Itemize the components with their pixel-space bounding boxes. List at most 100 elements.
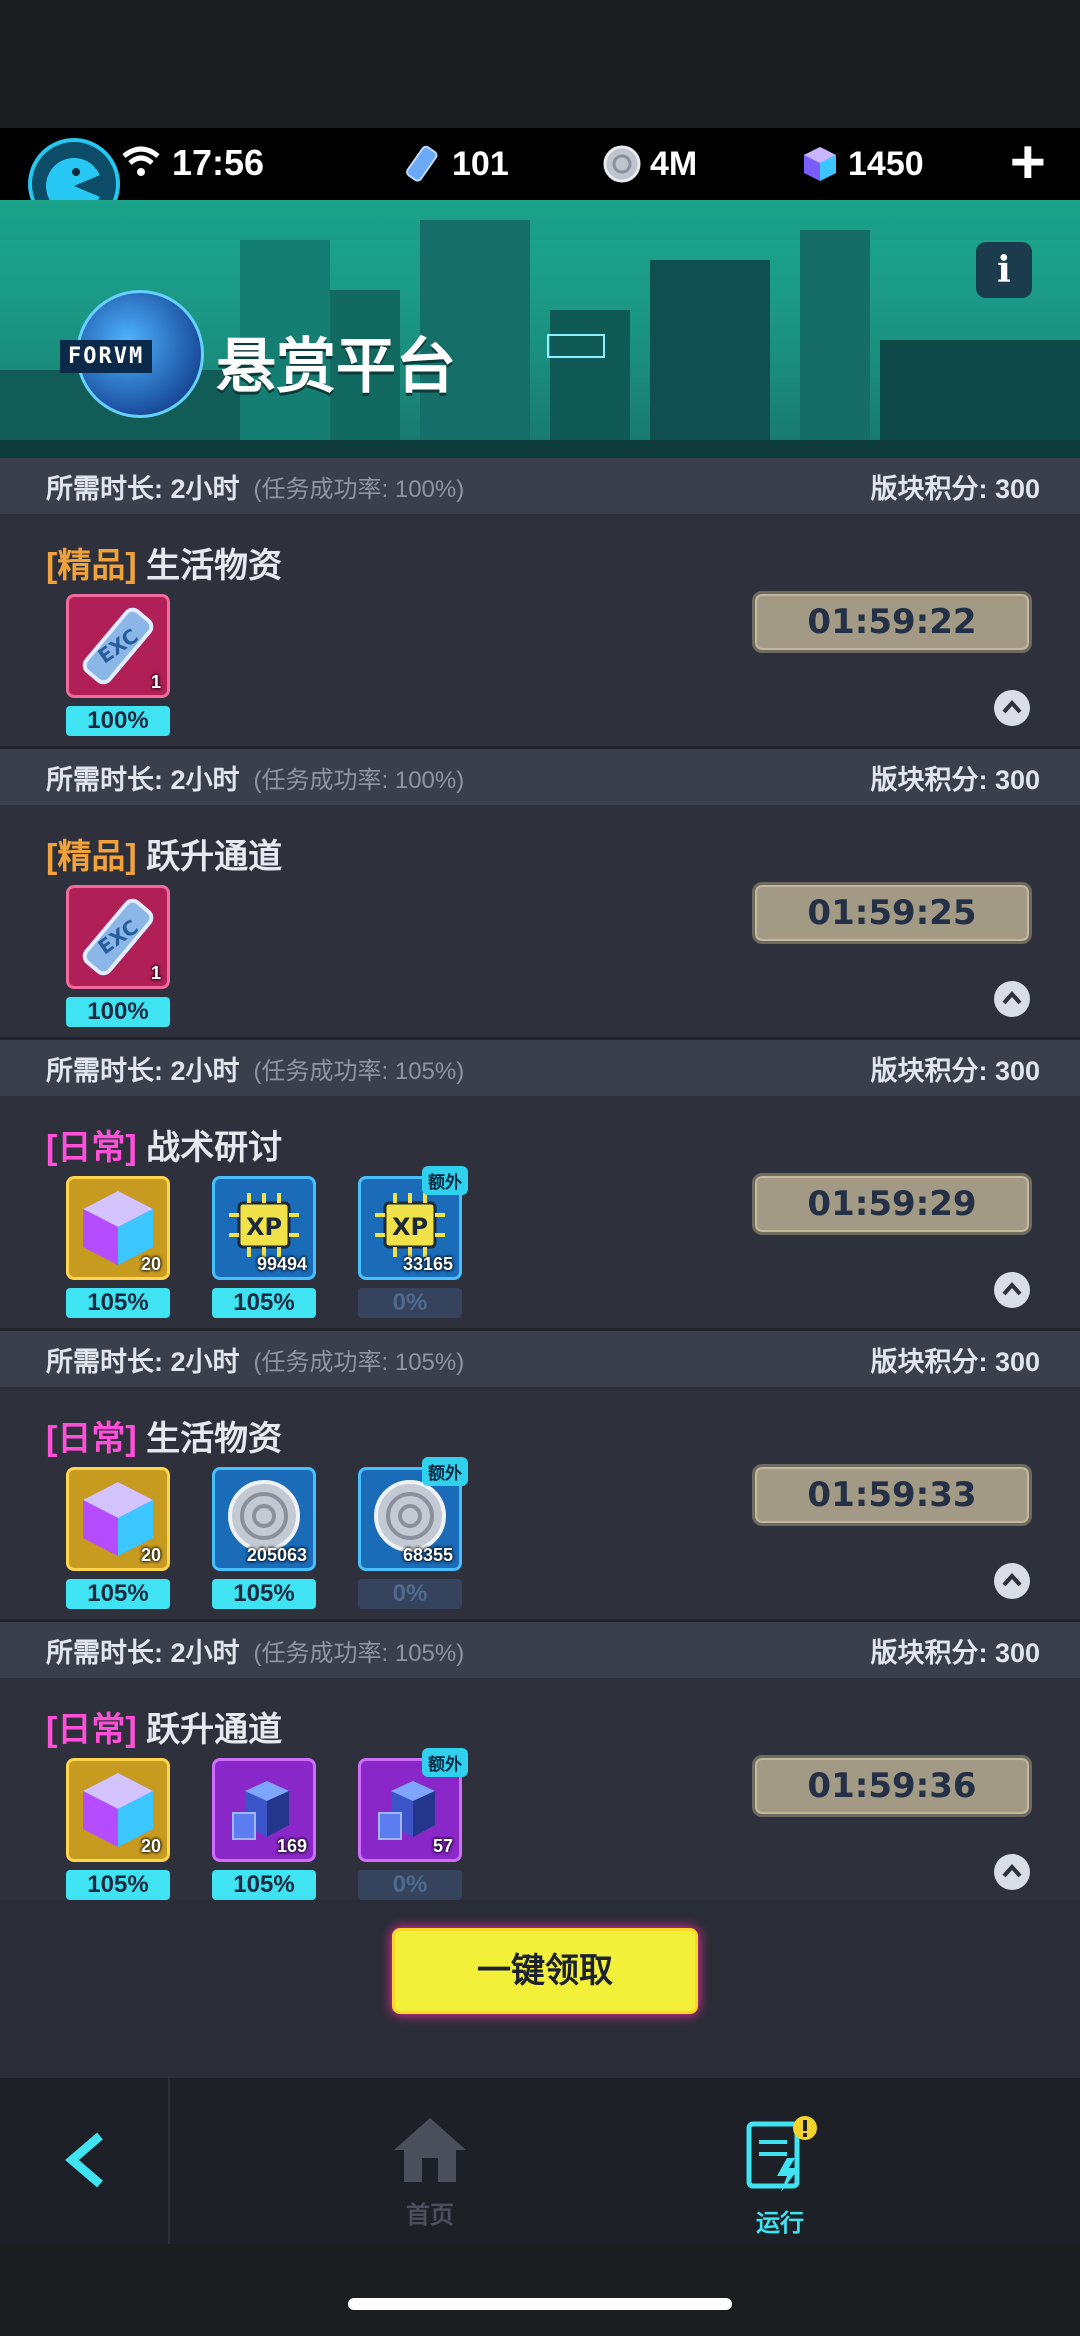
reward-item[interactable]: EXC 1 100% xyxy=(66,885,170,1027)
expand-chevron-icon[interactable] xyxy=(994,981,1030,1017)
wifi-icon xyxy=(122,146,160,176)
reward-item[interactable]: EXC 1 100% xyxy=(66,594,170,736)
task-timer[interactable]: 01:59:25 xyxy=(752,882,1032,944)
claim-all-button[interactable]: 一键领取 xyxy=(392,1928,698,2014)
reward-box: 205063 xyxy=(212,1467,316,1571)
reward-item[interactable]: 169 105% xyxy=(212,1758,316,1900)
task-card[interactable]: 所需时长: 2小时 (任务成功率: 100%) 版块积分: 300 [精品] 生… xyxy=(0,458,1080,749)
home-indicator[interactable] xyxy=(348,2298,732,2310)
reward-chance: 105% xyxy=(66,1288,170,1318)
task-header: 所需时长: 2小时 (任务成功率: 105%) 版块积分: 300 xyxy=(0,1331,1080,1387)
reward-box: XP 99494 xyxy=(212,1176,316,1280)
task-card[interactable]: 所需时长: 2小时 (任务成功率: 105%) 版块积分: 300 [日常] 生… xyxy=(0,1331,1080,1622)
task-card[interactable]: 所需时长: 2小时 (任务成功率: 100%) 版块积分: 300 [精品] 跃… xyxy=(0,749,1080,1040)
reward-quantity: 20 xyxy=(140,1836,161,1856)
reward-chance: 0% xyxy=(358,1288,462,1318)
task-success-rate: (任务成功率: 105%) xyxy=(253,1348,465,1376)
add-button[interactable]: + xyxy=(1010,132,1046,194)
nav-run[interactable]: 运行 xyxy=(720,2114,840,2238)
reward-box: EXC 1 xyxy=(66,594,170,698)
task-timer[interactable]: 01:59:22 xyxy=(752,591,1032,653)
task-card[interactable]: 所需时长: 2小时 (任务成功率: 105%) 版块积分: 300 [日常] 跃… xyxy=(0,1622,1080,1900)
reward-item[interactable]: 20 105% xyxy=(66,1758,170,1900)
reward-quantity: 57 xyxy=(432,1836,453,1856)
task-header: 所需时长: 2小时 (任务成功率: 100%) 版块积分: 300 xyxy=(0,458,1080,514)
task-tag: [日常] xyxy=(46,1711,137,1749)
system-bottom-bar xyxy=(0,2244,1080,2336)
reward-list: 20 105% XP 99494 105% XP 33165 额外 0% xyxy=(66,1166,468,1318)
task-title: [日常] 战术研讨 xyxy=(46,1120,282,1169)
reward-quantity: 33165 xyxy=(402,1254,453,1274)
ticket-icon xyxy=(406,145,438,182)
reward-item[interactable]: XP 99494 105% xyxy=(212,1176,316,1318)
task-score: 版块积分: 300 xyxy=(870,1055,1040,1086)
task-score: 版块积分: 300 xyxy=(870,473,1040,504)
reward-quantity: 20 xyxy=(140,1545,161,1565)
reward-item[interactable]: 57 额外 0% xyxy=(358,1748,468,1900)
task-success-rate: (任务成功率: 105%) xyxy=(253,1057,465,1085)
reward-chance: 100% xyxy=(66,706,170,736)
task-timer[interactable]: 01:59:36 xyxy=(752,1755,1032,1817)
reward-chance: 100% xyxy=(66,997,170,1027)
expand-chevron-icon[interactable] xyxy=(994,1563,1030,1599)
svg-text:XP: XP xyxy=(246,1213,282,1241)
page-title: 悬赏平台 xyxy=(216,333,456,400)
task-success-rate: (任务成功率: 100%) xyxy=(253,475,465,503)
reward-list: 20 105% 169 105% 57 额外 0% xyxy=(66,1748,468,1900)
task-header: 所需时长: 2小时 (任务成功率: 105%) 版块积分: 300 xyxy=(0,1040,1080,1096)
nav-run-label: 运行 xyxy=(756,2210,804,2237)
reward-chance: 105% xyxy=(66,1579,170,1609)
reward-item[interactable]: 205063 105% xyxy=(212,1467,316,1609)
task-duration: 所需时长: 2小时 xyxy=(46,473,240,504)
reward-item[interactable]: 20 105% xyxy=(66,1176,170,1318)
reward-box: 169 xyxy=(212,1758,316,1862)
expand-chevron-icon[interactable] xyxy=(994,1272,1030,1308)
reward-list: EXC 1 100% xyxy=(66,885,170,1027)
cube-icon xyxy=(804,147,836,181)
task-score: 版块积分: 300 xyxy=(870,764,1040,795)
task-tag: [日常] xyxy=(46,1420,137,1458)
reward-box: 20 xyxy=(66,1758,170,1862)
task-title: [精品] 生活物资 xyxy=(46,538,282,587)
ticket-resource[interactable]: 101 xyxy=(404,140,509,188)
task-name: 战术研讨 xyxy=(146,1129,283,1167)
task-name: 生活物资 xyxy=(146,1420,283,1458)
home-icon xyxy=(394,2118,466,2182)
reward-quantity: 20 xyxy=(140,1254,161,1274)
info-button[interactable]: i xyxy=(976,242,1032,298)
task-header: 所需时长: 2小时 (任务成功率: 100%) 版块积分: 300 xyxy=(0,749,1080,805)
task-title: [日常] 跃升通道 xyxy=(46,1702,282,1751)
bottom-nav: 首页 运行 xyxy=(0,2076,1080,2246)
cube-resource[interactable]: 1450 xyxy=(800,140,924,188)
extra-badge: 额外 xyxy=(422,1748,468,1777)
reward-quantity: 68355 xyxy=(402,1545,453,1565)
task-list[interactable]: 所需时长: 2小时 (任务成功率: 100%) 版块积分: 300 [精品] 生… xyxy=(0,458,1080,1900)
cube-count: 1450 xyxy=(848,144,924,183)
expand-chevron-icon[interactable] xyxy=(994,690,1030,726)
coin-resource[interactable]: 4M xyxy=(602,140,697,188)
reward-chance: 105% xyxy=(212,1870,316,1900)
reward-chance: 105% xyxy=(212,1288,316,1318)
task-timer[interactable]: 01:59:29 xyxy=(752,1173,1032,1235)
back-button[interactable] xyxy=(0,2078,170,2246)
reward-chance: 0% xyxy=(358,1579,462,1609)
task-name: 跃升通道 xyxy=(146,838,283,876)
nav-home-label: 首页 xyxy=(406,2202,454,2229)
task-title: [日常] 生活物资 xyxy=(46,1411,282,1460)
nav-home[interactable]: 首页 xyxy=(370,2114,490,2230)
reward-item[interactable]: 20 105% xyxy=(66,1467,170,1609)
reward-item[interactable]: 68355 额外 0% xyxy=(358,1457,468,1609)
task-card[interactable]: 所需时长: 2小时 (任务成功率: 105%) 版块积分: 300 [日常] 战… xyxy=(0,1040,1080,1331)
task-run-icon xyxy=(746,2116,817,2192)
task-timer[interactable]: 01:59:33 xyxy=(752,1464,1032,1526)
reward-item[interactable]: XP 33165 额外 0% xyxy=(358,1166,468,1318)
expand-chevron-icon[interactable] xyxy=(994,1854,1030,1890)
extra-badge: 额外 xyxy=(422,1457,468,1486)
reward-quantity: 1 xyxy=(150,672,161,692)
task-score: 版块积分: 300 xyxy=(870,1346,1040,1377)
reward-list: EXC 1 100% xyxy=(66,594,170,736)
reward-box: 20 xyxy=(66,1467,170,1571)
svg-text:XP: XP xyxy=(392,1213,428,1241)
task-duration: 所需时长: 2小时 xyxy=(46,1346,240,1377)
coin-icon xyxy=(603,145,641,183)
